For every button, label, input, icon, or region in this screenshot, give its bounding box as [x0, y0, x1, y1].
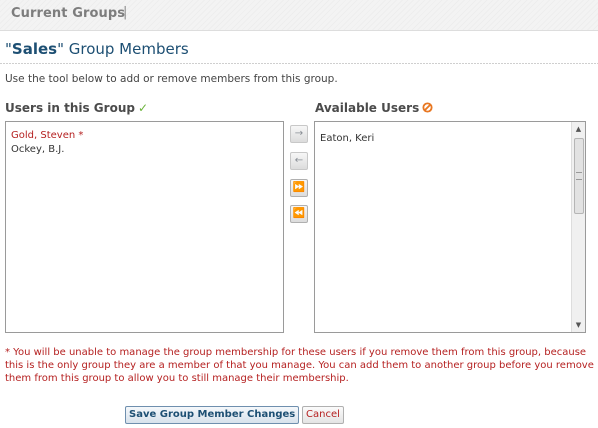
members-label-text: Users in this Group — [5, 101, 135, 115]
arrow-left-icon: ← — [294, 155, 304, 166]
intro-text: Use the tool below to add or remove memb… — [5, 73, 338, 85]
scroll-thumb[interactable] — [574, 138, 584, 214]
member-list-item[interactable]: Gold, Steven * — [11, 130, 83, 141]
check-icon: ✓ — [137, 101, 149, 115]
forbid-icon — [422, 102, 433, 113]
group-name-open-quote: " — [5, 40, 12, 58]
available-column-label: Available Users — [315, 101, 433, 115]
group-name-close-quote: " — [57, 40, 64, 58]
membership-warning: * You will be unable to manage the group… — [5, 347, 594, 384]
group-name: Sales — [11, 40, 58, 58]
top-bar: Current Groups | — [0, 0, 598, 31]
save-group-member-changes-button[interactable]: Save Group Member Changes — [125, 406, 300, 424]
scroll-up-icon[interactable]: ▲ — [572, 122, 585, 136]
grip-icon — [576, 172, 582, 180]
title-divider — [0, 63, 598, 64]
double-arrow-left-icon: ⏪ — [292, 208, 306, 219]
available-list-item[interactable]: Eaton, Keri — [320, 133, 374, 144]
remove-all-members-button[interactable]: ⏪ — [290, 205, 308, 223]
group-members-listbox[interactable]: Gold, Steven * Ockey, B.J. — [5, 121, 284, 333]
available-users-listbox[interactable]: Eaton, Keri ▲ ▼ — [314, 121, 586, 333]
breadcrumb-separator: | — [123, 5, 128, 20]
add-member-button[interactable]: → — [290, 125, 308, 143]
double-arrow-right-icon: ⏩ — [292, 182, 306, 193]
page-title: "Sales" Group Members — [5, 40, 189, 58]
available-users-scrollbar[interactable]: ▲ ▼ — [571, 122, 585, 332]
scroll-down-icon[interactable]: ▼ — [572, 318, 585, 332]
remove-member-button[interactable]: ← — [290, 152, 308, 170]
current-groups-link[interactable]: Current Groups — [11, 6, 125, 21]
available-label-text: Available Users — [315, 101, 420, 115]
members-column-label: Users in this Group ✓ — [5, 101, 148, 115]
member-list-item[interactable]: Ockey, B.J. — [11, 144, 64, 155]
add-all-members-button[interactable]: ⏩ — [290, 179, 308, 197]
cancel-button[interactable]: Cancel — [302, 406, 344, 424]
arrow-right-icon: → — [294, 128, 304, 139]
page-title-rest: Group Members — [63, 40, 189, 58]
